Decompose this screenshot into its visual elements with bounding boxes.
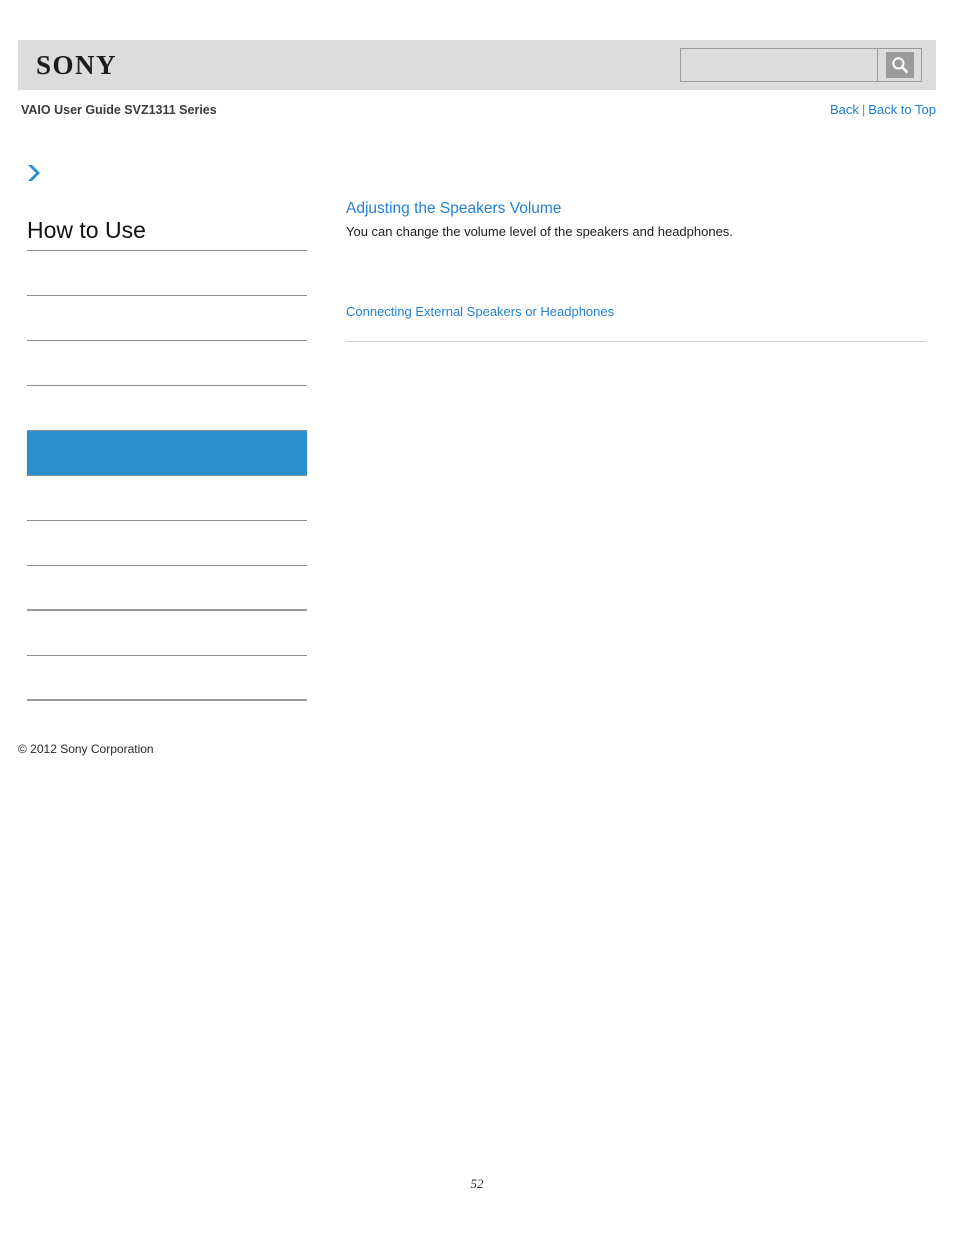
page-root: SONY VAIO User Guide SVZ1311 Series Back… [0,0,954,1235]
sidebar-item-9[interactable] [27,611,307,656]
site-header: SONY [18,40,936,90]
search-input[interactable] [681,49,877,81]
subheader: VAIO User Guide SVZ1311 Series Back | Back… [18,100,936,120]
sidebar-item-10[interactable] [27,656,307,701]
back-to-top-link[interactable]: Back to Top [868,102,936,117]
back-link[interactable]: Back [830,102,859,117]
sidebar-item-4[interactable] [27,386,307,431]
sidebar-item-6[interactable] [27,476,307,521]
header-nav: Back | Back to Top [830,100,936,120]
page-number: 52 [470,1176,484,1191]
chevron-right-icon[interactable] [24,162,46,184]
guide-title: VAIO User Guide SVZ1311 Series [21,103,217,117]
copyright-text: © 2012 Sony Corporation [18,742,154,756]
content-divider [346,341,926,342]
sidebar-item-1[interactable] [27,251,307,296]
sidebar: How to Use [27,215,307,701]
sony-logo: SONY [36,50,118,80]
sidebar-title: How to Use [27,215,307,251]
main-content: Adjusting the Speakers Volume You can ch… [346,198,926,342]
search-box [680,48,922,82]
search-button[interactable] [877,49,921,81]
search-icon [885,52,914,78]
sidebar-item-3[interactable] [27,341,307,386]
sidebar-item-2[interactable] [27,296,307,341]
related-topic-link[interactable]: Connecting External Speakers or Headphon… [346,303,614,321]
page-description: You can change the volume level of the s… [346,224,733,239]
sidebar-item-5-selected[interactable] [27,431,307,476]
sidebar-item-8[interactable] [27,566,307,611]
nav-separator: | [861,102,866,117]
page-title: Adjusting the Speakers Volume [346,200,562,217]
sidebar-item-7[interactable] [27,521,307,566]
